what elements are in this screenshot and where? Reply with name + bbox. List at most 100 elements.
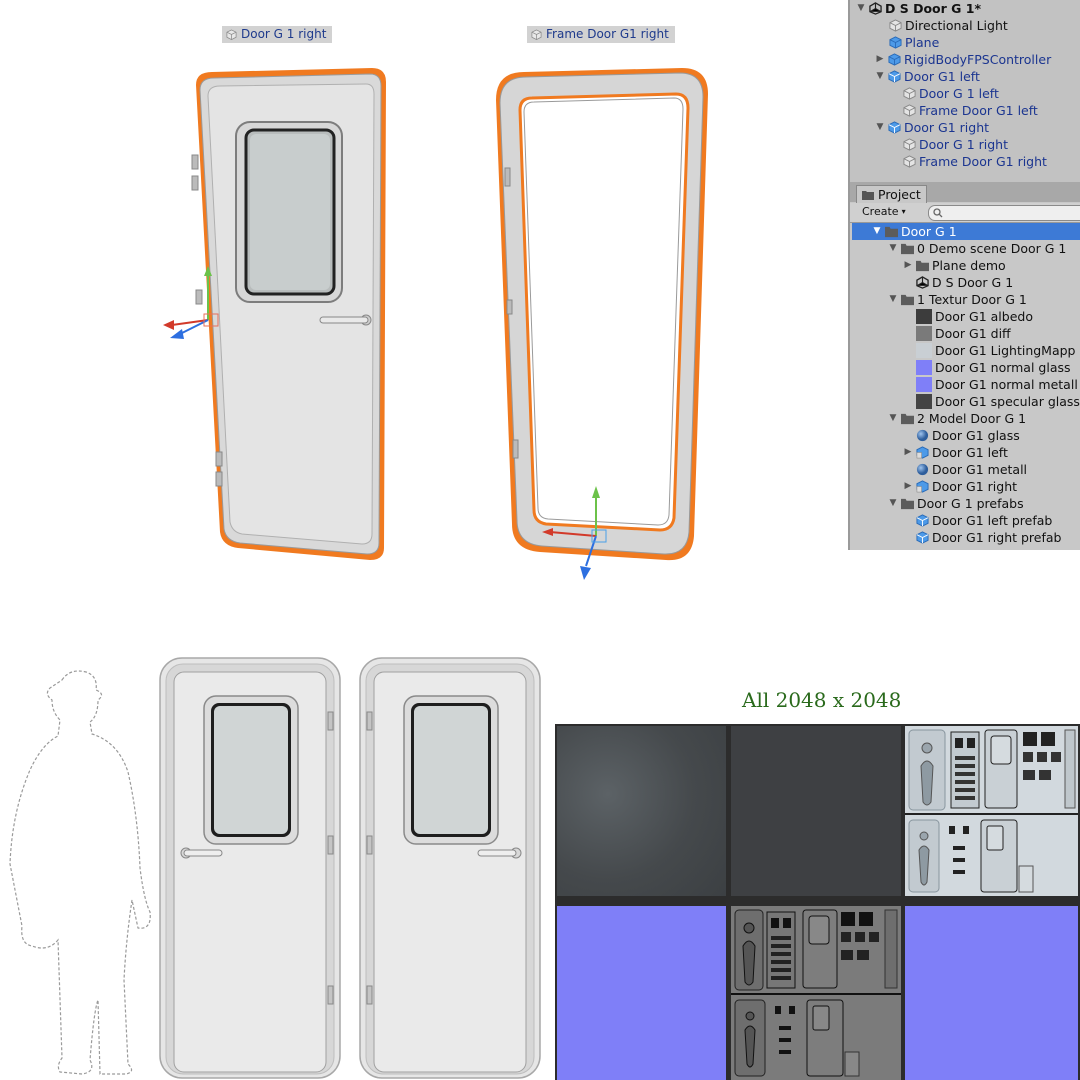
collapse-arrow-icon[interactable]: ▼: [888, 240, 898, 257]
expand-arrow-icon[interactable]: ▶: [875, 51, 885, 68]
texture-grid: [555, 724, 1080, 1080]
project-item[interactable]: Door G1 right prefab: [916, 529, 1061, 546]
hierarchy-item-label: Plane: [905, 35, 940, 50]
project-item[interactable]: Door G1 albedo: [916, 308, 1033, 325]
textures-title: All 2048 x 2048: [742, 688, 902, 712]
project-item-label: Door G1 diff: [935, 326, 1011, 341]
project-item[interactable]: Door G1 specular glass: [916, 393, 1080, 410]
folder-icon: [901, 243, 914, 255]
hierarchy-item[interactable]: Frame Door G1 left: [903, 102, 1038, 119]
project-item-label: 2 Model Door G 1: [917, 411, 1027, 426]
expand-arrow-icon[interactable]: ▶: [903, 257, 913, 274]
project-item[interactable]: Door G1 LightingMapp: [916, 342, 1076, 359]
frame-label-text: Frame Door G1 right: [546, 27, 669, 41]
project-item-label: Door G 1: [901, 224, 957, 239]
expand-arrow-icon[interactable]: ▶: [903, 478, 913, 495]
project-item-label: Door G1 normal glass: [935, 360, 1071, 375]
project-item[interactable]: ▼ 1 Textur Door G 1: [888, 291, 1027, 308]
scene-name: D S Door G 1*: [885, 1, 981, 16]
hierarchy-item[interactable]: Plane: [889, 34, 939, 51]
tab-project[interactable]: Project: [856, 185, 927, 203]
project-item-label: Door G 1 prefabs: [917, 496, 1024, 511]
tab-project-label: Project: [878, 187, 921, 202]
expand-arrow-icon[interactable]: ▶: [903, 444, 913, 461]
collapse-arrow-icon[interactable]: ▼: [875, 68, 885, 85]
project-item-label: Door G1 glass: [932, 428, 1020, 443]
door-front-render: [159, 657, 341, 1079]
gizmo-x-arrow[interactable]: [163, 320, 174, 330]
cube-icon: [889, 36, 902, 49]
project-item-selected[interactable]: ▼ Door G 1: [852, 223, 1080, 240]
gizmo-z-arrow[interactable]: [580, 566, 591, 580]
door-object-label: Door G 1 right: [222, 26, 333, 43]
hierarchy-panel: ▼ D S Door G 1* Directional Light Plane …: [848, 0, 1080, 182]
hierarchy-item-label: Door G 1 left: [919, 86, 999, 101]
collapse-arrow-icon[interactable]: ▼: [888, 291, 898, 308]
hierarchy-item-label: Door G1 left: [904, 69, 980, 84]
hierarchy-item[interactable]: Door G 1 right: [903, 136, 1008, 153]
project-item[interactable]: ▼ 0 Demo scene Door G 1: [888, 240, 1067, 257]
search-input[interactable]: [928, 205, 1080, 221]
gizmo-z-arrow[interactable]: [170, 329, 184, 339]
texture-normal-glass-tile: [557, 906, 726, 1080]
human-scale-silhouette: [9, 670, 151, 1075]
gameobject-icon: [903, 104, 916, 117]
texture-specular-tile: [731, 726, 901, 896]
project-item[interactable]: ▶ Door G1 right: [903, 478, 1018, 495]
collapse-arrow-icon[interactable]: ▼: [888, 410, 898, 427]
folder-icon: [901, 413, 914, 425]
hierarchy-item[interactable]: Directional Light: [889, 17, 1008, 34]
project-item[interactable]: Door G1 diff: [916, 325, 1011, 342]
prefab-icon: [888, 70, 901, 83]
project-item-label: 1 Textur Door G 1: [917, 292, 1027, 307]
project-item[interactable]: D S Door G 1: [916, 274, 1013, 291]
model-icon: [916, 480, 929, 493]
project-item-label: Door G1 albedo: [935, 309, 1033, 324]
project-item[interactable]: ▼ Door G 1 prefabs: [888, 495, 1024, 512]
project-item-label: Door G1 normal metall: [935, 377, 1078, 392]
project-item[interactable]: ▼ 2 Model Door G 1: [888, 410, 1027, 427]
hierarchy-item[interactable]: ▼ Door G1 left: [875, 68, 980, 85]
project-item[interactable]: Door G1 metall: [916, 461, 1027, 478]
collapse-arrow-icon[interactable]: ▼: [872, 223, 882, 240]
texture-normal-icon: [916, 377, 932, 392]
project-item[interactable]: Door G1 normal metall: [916, 376, 1078, 393]
prefab-icon: [888, 121, 901, 134]
hierarchy-item[interactable]: Door G 1 left: [903, 85, 999, 102]
texture-diffuse-tile: [731, 906, 901, 1080]
material-icon: [916, 463, 929, 476]
unity-scene-icon: [869, 2, 882, 15]
project-item[interactable]: Door G1 normal glass: [916, 359, 1071, 376]
project-item[interactable]: ▶ Door G1 left: [903, 444, 1008, 461]
hierarchy-item[interactable]: ▶ RigidBodyFPSController: [875, 51, 1052, 68]
uv-layout-graphic: [731, 909, 901, 1077]
uv-layout-graphic: [905, 729, 1078, 893]
project-item[interactable]: Door G1 glass: [916, 427, 1020, 444]
texture-normal-icon: [916, 360, 932, 375]
project-item[interactable]: ▶ Plane demo: [903, 257, 1006, 274]
hierarchy-item-label: Door G 1 right: [919, 137, 1008, 152]
hierarchy-item[interactable]: Frame Door G1 right: [903, 153, 1047, 170]
texture-dark-icon: [916, 394, 932, 409]
material-icon: [916, 429, 929, 442]
project-item-label: Door G1 left prefab: [932, 513, 1053, 528]
dropdown-arrow-icon: ▾: [901, 207, 906, 216]
project-item[interactable]: Door G1 left prefab: [916, 512, 1052, 529]
collapse-arrow-icon[interactable]: ▼: [875, 119, 885, 136]
collapse-arrow-icon[interactable]: ▼: [888, 495, 898, 512]
hierarchy-item-label: Door G1 right: [904, 120, 990, 135]
gameobject-icon: [903, 138, 916, 151]
door-back-render: [359, 657, 541, 1079]
door-3d-model[interactable]: [150, 60, 410, 580]
frame-object-label: Frame Door G1 right: [527, 26, 675, 43]
scene-root-row[interactable]: ▼ D S Door G 1*: [856, 0, 981, 17]
create-button[interactable]: Create ▾: [862, 205, 906, 218]
hierarchy-item-label: Frame Door G1 left: [919, 103, 1038, 118]
folder-icon: [901, 294, 914, 306]
collapse-arrow-icon[interactable]: ▼: [856, 0, 866, 17]
project-item-label: Plane demo: [932, 258, 1006, 273]
frame-3d-model[interactable]: [480, 60, 720, 590]
hierarchy-item[interactable]: ▼ Door G1 right: [875, 119, 990, 136]
project-item-label: 0 Demo scene Door G 1: [917, 241, 1067, 256]
folder-icon: [862, 190, 874, 200]
